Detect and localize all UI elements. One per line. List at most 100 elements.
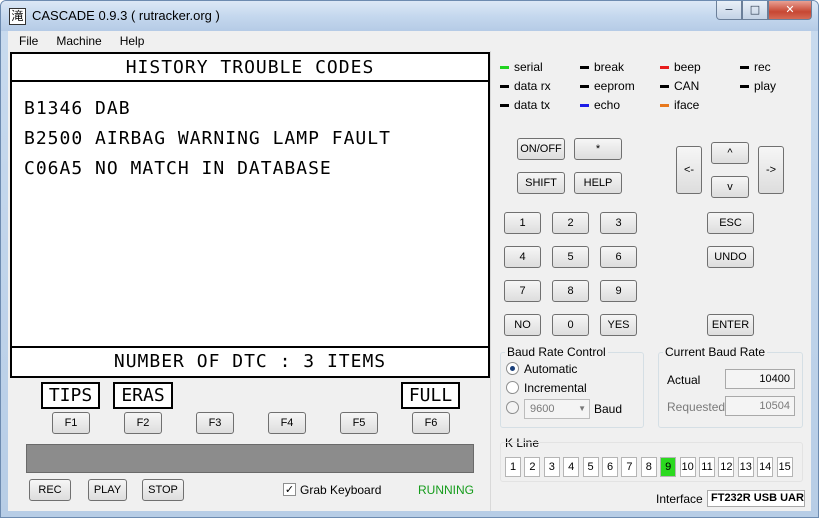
chevron-down-icon: ▼ <box>578 404 586 413</box>
k-line-pin-6[interactable]: 6 <box>602 457 618 477</box>
interface-value: FT232R USB UART <box>707 490 805 507</box>
window-controls: − □ ✕ <box>716 1 812 21</box>
key-1-button[interactable]: 1 <box>504 212 541 234</box>
k-line-pin-5[interactable]: 5 <box>582 457 599 477</box>
led-serial-icon <box>500 65 509 69</box>
led-iface-label: iface <box>674 98 700 112</box>
baud-combo[interactable]: 9600 ▼ <box>524 399 590 419</box>
actual-label: Actual <box>667 373 701 387</box>
k-line-pin-2[interactable]: 2 <box>524 457 541 477</box>
led-echo-icon <box>580 103 589 107</box>
led-eeprom-icon <box>580 84 589 88</box>
key-8-button[interactable]: 8 <box>552 280 589 302</box>
close-icon[interactable]: ✕ <box>768 1 812 20</box>
led-play-icon <box>740 84 749 88</box>
led-rec-icon <box>740 65 749 69</box>
k-line-pin-13[interactable]: 13 <box>737 457 754 477</box>
led-data-tx: data tx <box>500 97 550 113</box>
up-arrow-button[interactable]: ^ <box>711 142 749 164</box>
k-line-pin-1[interactable]: 1 <box>505 457 521 477</box>
yes-button[interactable]: YES <box>600 314 637 336</box>
softkey-label-tips: TIPS <box>41 382 100 409</box>
menu-bar: File Machine Help <box>8 31 811 51</box>
star-button[interactable]: * <box>574 138 622 160</box>
led-serial-label: serial <box>514 60 543 74</box>
k-line-pin-11[interactable]: 11 <box>699 457 715 477</box>
f6-button[interactable]: F6 <box>412 412 450 434</box>
led-data-rx-label: data rx <box>514 79 551 93</box>
no-button[interactable]: NO <box>504 314 541 336</box>
menu-machine[interactable]: Machine <box>45 34 108 48</box>
help-button[interactable]: HELP <box>574 172 622 194</box>
k-line-pin-7[interactable]: 7 <box>621 457 638 477</box>
key-4-button[interactable]: 4 <box>504 246 541 268</box>
lcd-header: HISTORY TROUBLE CODES <box>12 54 488 82</box>
led-rec-label: rec <box>754 60 771 74</box>
led-iface-icon <box>660 103 669 107</box>
incremental-radio[interactable] <box>506 381 519 394</box>
k-line-pin-8[interactable]: 8 <box>640 457 657 477</box>
led-iface: iface <box>660 97 699 113</box>
grab-keyboard-label: Grab Keyboard <box>300 483 382 497</box>
key-6-button[interactable]: 6 <box>600 246 637 268</box>
automatic-radio[interactable] <box>506 362 519 375</box>
led-data-tx-label: data tx <box>514 98 551 112</box>
panel-separator <box>490 51 491 511</box>
k-line-pin-3[interactable]: 3 <box>543 457 560 477</box>
progress-area <box>26 444 474 473</box>
current-baud-rate-group: Current Baud Rate Actual 10400 Requested… <box>658 345 803 428</box>
key-9-button[interactable]: 9 <box>600 280 637 302</box>
play-button[interactable]: PLAY <box>88 479 127 501</box>
k-line-pin-15[interactable]: 15 <box>776 457 793 477</box>
led-can-icon <box>660 84 669 88</box>
led-echo: echo <box>580 97 620 113</box>
main-window: 滝 CASCADE 0.9.3 ( rutracker.org ) − □ ✕ … <box>0 0 819 518</box>
menu-help[interactable]: Help <box>109 34 152 48</box>
key-0-button[interactable]: 0 <box>552 314 589 336</box>
title-bar[interactable]: 滝 CASCADE 0.9.3 ( rutracker.org ) − □ ✕ <box>1 1 818 31</box>
k-line-pin-14[interactable]: 14 <box>757 457 774 477</box>
esc-button[interactable]: ESC <box>707 212 754 234</box>
status-running: RUNNING <box>418 483 474 497</box>
lcd-line-3: C06A5 NO MATCH IN DATABASE <box>24 158 332 179</box>
custom-baud-radio[interactable] <box>506 401 519 414</box>
key-7-button[interactable]: 7 <box>504 280 541 302</box>
f4-button[interactable]: F4 <box>268 412 306 434</box>
app-icon[interactable]: 滝 <box>9 8 26 25</box>
k-line-pin-4[interactable]: 4 <box>563 457 580 477</box>
key-3-button[interactable]: 3 <box>600 212 637 234</box>
minimize-icon[interactable]: − <box>716 1 742 20</box>
k-line-pin-10[interactable]: 10 <box>679 457 696 477</box>
f3-button[interactable]: F3 <box>196 412 234 434</box>
shift-button[interactable]: SHIFT <box>517 172 565 194</box>
left-arrow-button[interactable]: <- <box>676 146 702 194</box>
lcd-footer: NUMBER OF DTC : 3 ITEMS <box>12 346 488 376</box>
led-data-rx: data rx <box>500 78 551 94</box>
key-2-button[interactable]: 2 <box>552 212 589 234</box>
undo-button[interactable]: UNDO <box>707 246 754 268</box>
menu-file[interactable]: File <box>8 34 45 48</box>
actual-baud-value: 10400 <box>725 369 795 389</box>
key-5-button[interactable]: 5 <box>552 246 589 268</box>
led-rec: rec <box>740 59 771 75</box>
led-eeprom: eeprom <box>580 78 635 94</box>
f5-button[interactable]: F5 <box>340 412 378 434</box>
stop-button[interactable]: STOP <box>142 479 184 501</box>
right-arrow-button[interactable]: -> <box>758 146 784 194</box>
f1-button[interactable]: F1 <box>52 412 90 434</box>
grab-keyboard-checkbox[interactable]: ✓ <box>283 483 296 496</box>
led-data-tx-icon <box>500 103 509 107</box>
maximize-icon[interactable]: □ <box>742 1 768 20</box>
automatic-label: Automatic <box>524 362 578 376</box>
softkey-label-eras: ERAS <box>113 382 173 409</box>
f2-button[interactable]: F2 <box>124 412 162 434</box>
onoff-button[interactable]: ON/OFF <box>517 138 565 160</box>
k-line-pin-12[interactable]: 12 <box>718 457 735 477</box>
down-arrow-button[interactable]: v <box>711 176 749 198</box>
enter-button[interactable]: ENTER <box>707 314 754 336</box>
baud-unit-label: Baud <box>594 402 623 416</box>
requested-baud-value: 10504 <box>725 396 795 416</box>
rec-button[interactable]: REC <box>29 479 71 501</box>
k-line-pin-9[interactable]: 9 <box>660 457 677 477</box>
led-break: break <box>580 59 624 75</box>
